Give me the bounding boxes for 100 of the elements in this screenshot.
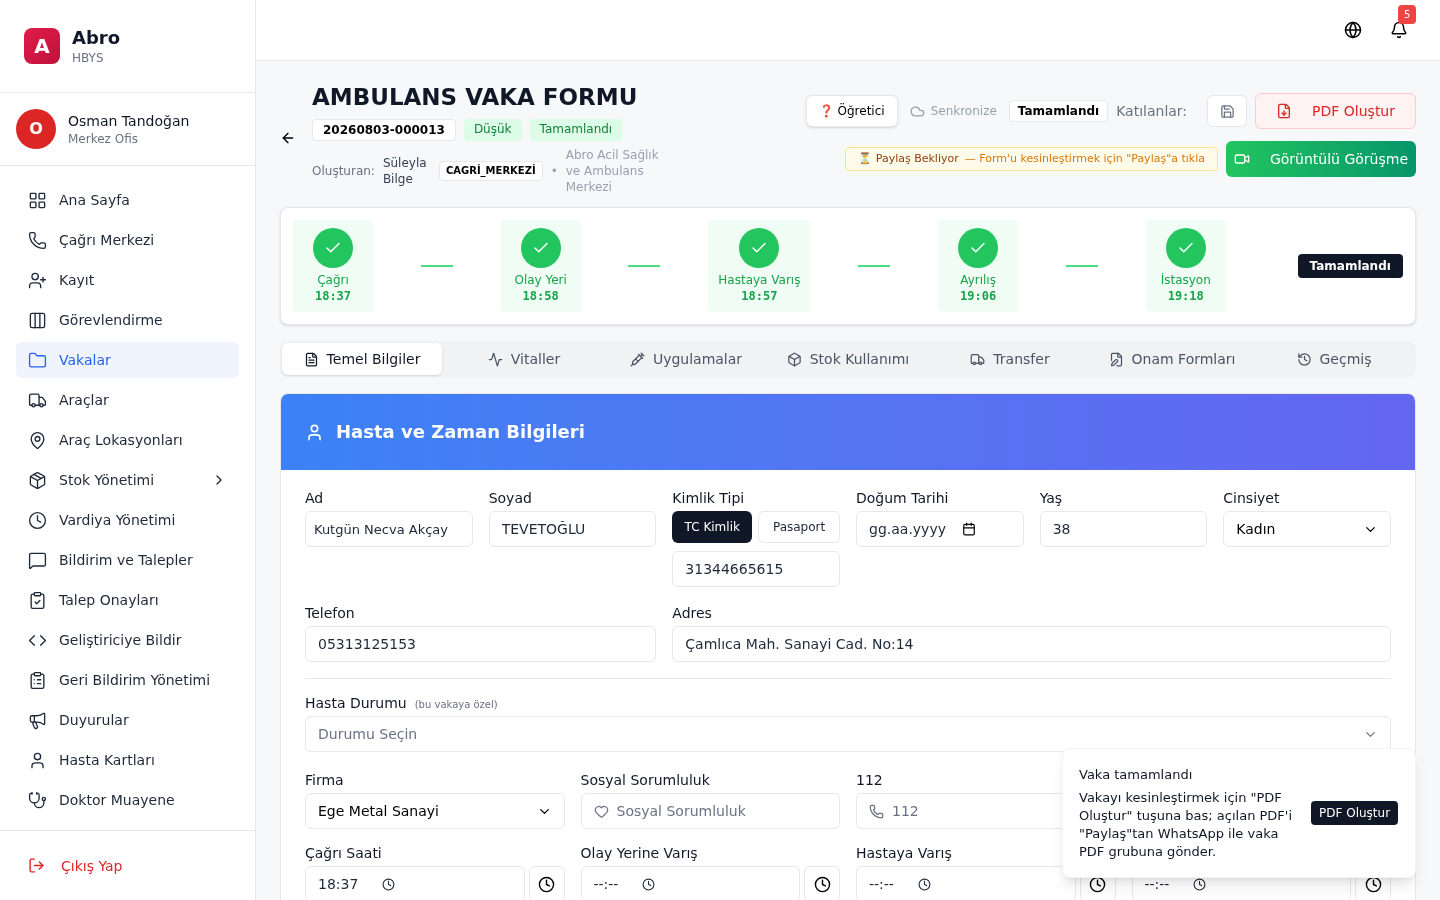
truck-icon — [28, 390, 47, 410]
field-label: Yaş — [1039, 490, 1063, 506]
age-field[interactable]: 38 — [1039, 511, 1208, 547]
tab[interactable]: Uygulamalar — [606, 343, 766, 375]
sidebar-item[interactable]: Talep Onayları — [16, 582, 239, 618]
social-responsibility-field[interactable]: Sosyal Sorumluluk — [580, 793, 840, 829]
phone-icon — [28, 230, 47, 250]
date-field[interactable]: gg.aa.yyyy — [856, 511, 1024, 547]
logout-link[interactable]: Çıkış Yap — [28, 855, 123, 876]
tab[interactable]: Stok Kullanımı — [768, 343, 928, 375]
save-button[interactable] — [1207, 95, 1248, 127]
check-icon — [520, 228, 561, 268]
sidebar-item[interactable]: Hasta Kartları — [16, 742, 239, 778]
map-pin-icon — [28, 430, 47, 450]
user-plus-icon — [28, 270, 47, 290]
completed-tag: Tamamlandı — [1297, 254, 1403, 278]
field-label: Kimlik Tipi — [672, 490, 745, 506]
user-name: Osman Tandoğan — [68, 112, 190, 131]
clock-icon — [1296, 351, 1312, 367]
document-icon — [303, 351, 319, 367]
field-label: Sosyal Sorumluluk — [580, 772, 710, 788]
clock-icon — [28, 510, 47, 530]
app-subtitle: HBYS — [72, 50, 105, 66]
address-field[interactable]: Çamlıca Mah. Sanayi Cad. No:14 — [672, 626, 1391, 662]
sidebar-item[interactable]: Görevlendirme — [16, 302, 239, 338]
share-status: ⏳ Paylaş Bekliyor — [858, 150, 959, 167]
save-icon — [1219, 103, 1235, 119]
step-time: 18:58 — [522, 288, 559, 304]
check-icon — [1165, 228, 1206, 268]
columns-icon — [28, 310, 47, 330]
name-field[interactable]: Kutgün Necva Akçay — [305, 511, 473, 547]
surname-field[interactable]: TEVETOĞLU — [488, 511, 657, 547]
sidebar-item[interactable]: Çağrı Merkezi — [16, 222, 239, 258]
creator-label: Oluşturan: — [312, 163, 375, 179]
tab[interactable]: Geçmiş — [1254, 343, 1414, 375]
sidebar-item[interactable]: Bildirim ve Talepler — [16, 542, 239, 578]
logout-icon — [28, 857, 45, 874]
participants-label: Katılanlar: — [1116, 102, 1188, 121]
cloud-icon — [909, 103, 925, 119]
clock-icon — [813, 875, 831, 893]
globe-icon[interactable] — [1344, 21, 1362, 39]
tutorial-button[interactable]: ❓ Öğretici — [805, 95, 898, 127]
sidebar-item[interactable]: Araçlar — [16, 382, 239, 418]
tab[interactable]: Onam Formları — [1092, 343, 1252, 375]
edit-file-icon — [1108, 351, 1124, 367]
user-role: Merkez Ofis — [68, 131, 139, 147]
field-label: Hastaya Varış — [856, 845, 952, 861]
field-label: Telefon — [305, 605, 355, 621]
sidebar-item[interactable]: Stok Yönetimi — [16, 462, 239, 498]
tab[interactable]: Vitaller — [444, 343, 604, 375]
id-type-toggle[interactable]: Pasaport — [758, 511, 840, 543]
step-label: Çağrı — [317, 272, 349, 288]
toast-title: Vaka tamamlandı — [1079, 766, 1194, 784]
clock-icon — [382, 877, 396, 891]
pdf-button[interactable]: PDF Oluştur — [1255, 93, 1416, 129]
sidebar-item[interactable]: Vardiya Yönetimi — [16, 502, 239, 538]
sidebar-item[interactable]: Duyurular — [16, 702, 239, 738]
clock-icon — [1089, 875, 1106, 893]
check-icon — [958, 228, 999, 268]
user-icon — [28, 750, 47, 770]
clock-icon — [538, 875, 555, 893]
bell-icon[interactable] — [1390, 21, 1408, 39]
sidebar-item[interactable]: Geliştiriciye Bildir — [16, 622, 239, 658]
field-label: Çağrı Saati — [305, 845, 382, 861]
clock-icon — [1364, 875, 1382, 893]
video-camera-icon — [1233, 151, 1250, 167]
sidebar-item[interactable]: Araç Lokasyonları — [16, 422, 239, 458]
folder-icon — [28, 350, 47, 370]
id-number-field[interactable]: 31344665615 — [672, 551, 840, 587]
pulse-icon — [487, 351, 503, 367]
clock-icon — [917, 877, 931, 891]
company-select[interactable]: Ege Metal Sanayi — [305, 793, 565, 829]
step-time: 19:18 — [1167, 288, 1204, 304]
heart-icon — [593, 803, 609, 819]
sidebar-item[interactable]: Kayıt — [16, 262, 239, 298]
sidebar-item[interactable]: Doktor Muayene — [16, 782, 239, 818]
gender-select[interactable]: Kadın — [1223, 511, 1391, 547]
sync-status: Senkronize — [930, 103, 997, 119]
phone-field[interactable]: 05313125153 — [305, 626, 657, 662]
tab[interactable]: Transfer — [930, 343, 1090, 375]
creator-name: Süleyla Bilge — [382, 155, 428, 187]
field-label: Ad — [305, 490, 324, 506]
field-label: Hasta Durumu — [305, 695, 407, 711]
sidebar-item[interactable]: Vakalar — [16, 342, 239, 378]
tab[interactable]: Temel Bilgiler — [282, 343, 442, 375]
toast-pdf-button[interactable]: PDF Oluştur — [1311, 800, 1399, 825]
state-tag: Tamamlandı — [1008, 100, 1109, 122]
sidebar-item[interactable]: Geri Bildirim Yönetimi — [16, 662, 239, 698]
sidebar-item[interactable]: Ana Sayfa — [16, 182, 239, 218]
back-arrow-icon[interactable] — [280, 130, 296, 146]
clock-icon — [1193, 877, 1207, 891]
id-type-toggle[interactable]: TC Kimlik — [672, 511, 753, 543]
step-time: 18:37 — [314, 288, 352, 304]
field-label: Adres — [672, 605, 712, 621]
user-icon — [305, 422, 324, 442]
priority-tag: Düşük — [463, 119, 522, 141]
clipboard-check-icon — [28, 590, 47, 610]
case-number: 20260803-000013 — [312, 119, 456, 141]
step-label: İstasyon — [1160, 272, 1211, 288]
clipboard-list-icon — [28, 670, 47, 690]
